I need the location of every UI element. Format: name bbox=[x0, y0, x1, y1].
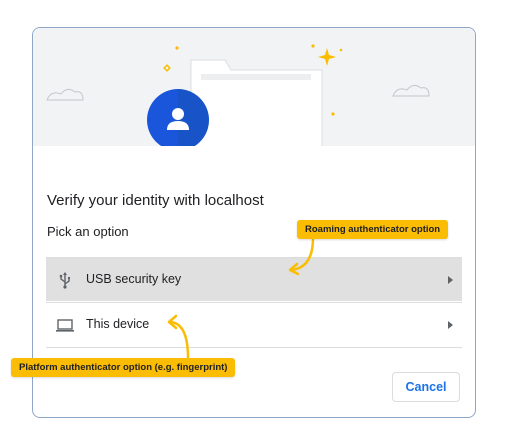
option-this-device[interactable]: This device bbox=[46, 302, 462, 346]
chevron-right-icon bbox=[448, 276, 453, 284]
cancel-button[interactable]: Cancel bbox=[392, 372, 460, 402]
dialog-title: Verify your identity with localhost bbox=[47, 192, 264, 209]
usb-icon bbox=[55, 270, 75, 290]
chevron-right-icon bbox=[448, 321, 453, 329]
laptop-icon bbox=[55, 315, 75, 335]
hero-illustration bbox=[33, 28, 475, 146]
option-label: USB security key bbox=[86, 272, 182, 286]
dialog-subtitle: Pick an option bbox=[47, 224, 129, 239]
option-label: This device bbox=[86, 317, 150, 331]
divider bbox=[46, 347, 462, 348]
option-usb-security-key[interactable]: USB security key bbox=[46, 257, 462, 301]
callout-platform: Platform authenticator option (e.g. fing… bbox=[11, 358, 236, 377]
callout-roaming: Roaming authenticator option bbox=[297, 220, 449, 239]
